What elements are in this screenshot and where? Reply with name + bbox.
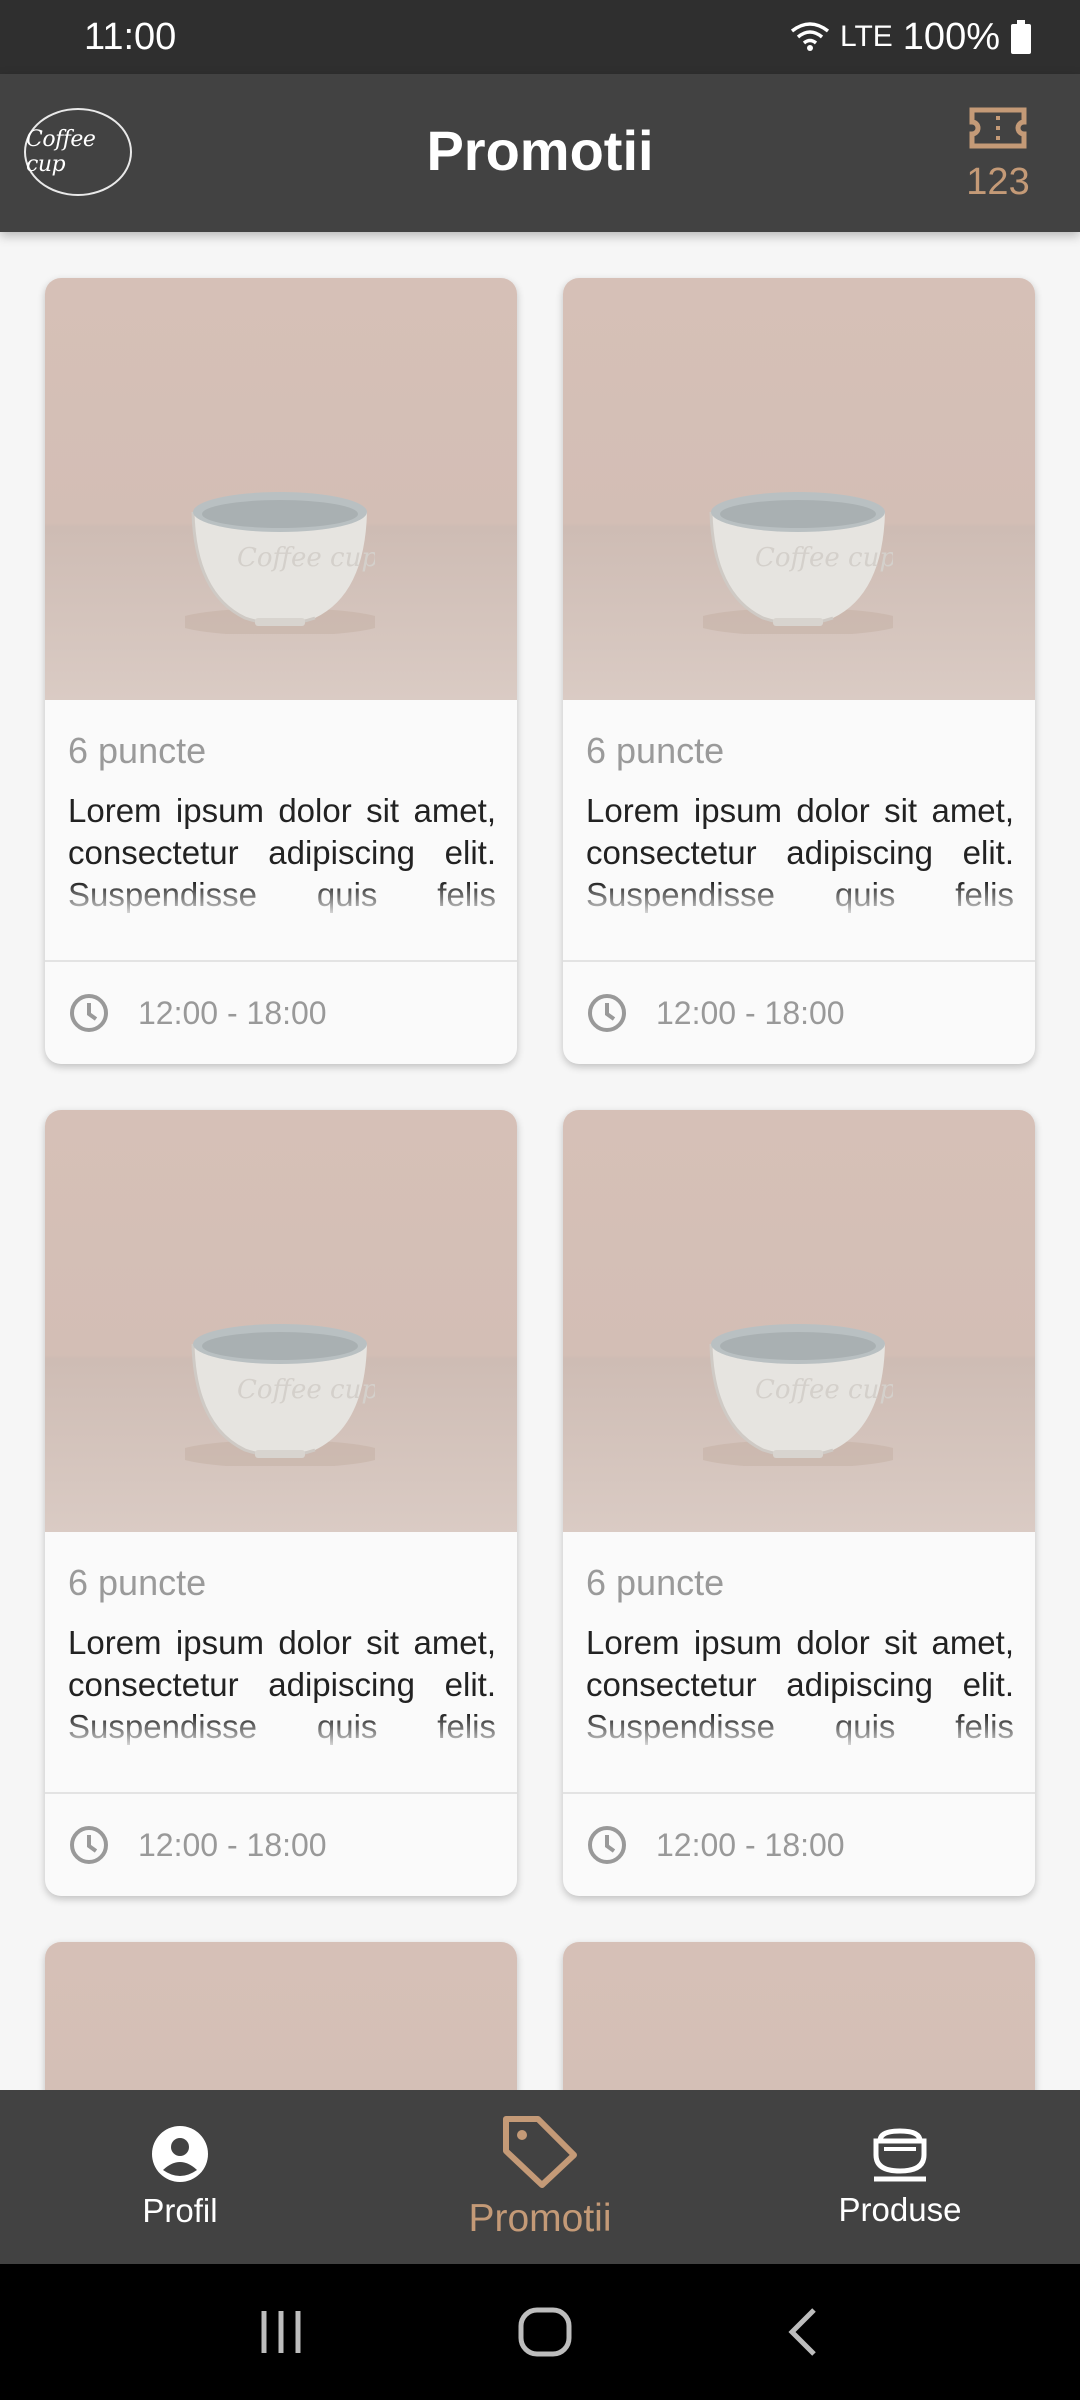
- promotion-image: [45, 1942, 517, 2090]
- promotion-image: Coffee cup: [563, 1110, 1035, 1532]
- coffee-cup-image: Coffee cup: [185, 492, 375, 634]
- coffee-cup-icon: [873, 2128, 927, 2182]
- promotions-grid: Coffee cup 6 puncte Lorem ipsum dolor si…: [45, 278, 1035, 2090]
- promotion-card-partial[interactable]: [563, 1942, 1035, 2090]
- promotion-points: 6 puncte: [586, 1562, 725, 1603]
- promotion-points: 6 puncte: [68, 1562, 207, 1603]
- promotion-time: 12:00 - 18:00: [138, 994, 327, 1031]
- battery-icon: [1011, 20, 1031, 54]
- clock-icon: [70, 994, 108, 1032]
- description-fade: [563, 882, 1035, 920]
- page-title: Promotii: [426, 119, 654, 182]
- profile-icon: [152, 2126, 208, 2182]
- promotion-time: 12:00 - 18:00: [138, 1826, 327, 1863]
- network-type: LTE: [840, 20, 893, 53]
- promotion-card[interactable]: Coffee cup 6 puncte Lorem ipsum dolor si…: [45, 278, 517, 1064]
- svg-text:Coffee cup: Coffee cup: [237, 543, 375, 573]
- promotion-points: 6 puncte: [586, 730, 725, 771]
- promotion-time: 12:00 - 18:00: [656, 1826, 845, 1863]
- app-header: Coffee cup Promotii 123: [0, 74, 1080, 232]
- svg-text:Coffee cup: Coffee cup: [237, 1375, 375, 1405]
- promotion-image: Coffee cup: [45, 1110, 517, 1532]
- ticket-icon: [969, 107, 1027, 149]
- promotion-schedule: 12:00 - 18:00: [68, 978, 327, 1048]
- divider: [45, 960, 517, 962]
- nav-item-promotii[interactable]: Promotii: [390, 2090, 690, 2264]
- coffee-cup-image: Coffee cup: [703, 1324, 893, 1466]
- promotion-card[interactable]: Coffee cup 6 puncte Lorem ipsum dolor si…: [563, 1110, 1035, 1896]
- wifi-icon: [790, 22, 830, 51]
- description-fade: [563, 1714, 1035, 1752]
- recent-apps-icon[interactable]: [256, 2309, 306, 2355]
- points-value: 123: [966, 161, 1030, 203]
- nav-item-produse[interactable]: Produse: [750, 2090, 1050, 2264]
- system-navigation-bar: [0, 2264, 1080, 2400]
- promotion-time: 12:00 - 18:00: [656, 994, 845, 1031]
- status-bar: 11:00 LTE 100%: [0, 0, 1080, 74]
- coffee-cup-image: Coffee cup: [185, 1324, 375, 1466]
- nav-label: Produse: [838, 2191, 962, 2228]
- divider: [45, 1792, 517, 1794]
- nav-label: Profil: [142, 2192, 218, 2229]
- home-icon[interactable]: [517, 2306, 573, 2358]
- promotion-card-partial[interactable]: [45, 1942, 517, 2090]
- svg-text:Coffee cup: Coffee cup: [755, 1375, 893, 1405]
- description-fade: [45, 1714, 517, 1752]
- promotion-image: Coffee cup: [45, 278, 517, 700]
- tag-icon: [503, 2116, 577, 2188]
- clock-icon: [588, 1826, 626, 1864]
- promotion-card[interactable]: Coffee cup 6 puncte Lorem ipsum dolor si…: [45, 1110, 517, 1896]
- svg-text:Coffee cup: Coffee cup: [755, 543, 893, 573]
- promotion-image: Coffee cup: [563, 278, 1035, 700]
- bottom-navigation: Profil Promotii Produse: [0, 2090, 1080, 2264]
- promotion-schedule: 12:00 - 18:00: [586, 978, 845, 1048]
- promotion-schedule: 12:00 - 18:00: [68, 1810, 327, 1880]
- nav-label: Promotii: [468, 2197, 612, 2240]
- promotion-card[interactable]: Coffee cup 6 puncte Lorem ipsum dolor si…: [563, 278, 1035, 1064]
- nav-item-profil[interactable]: Profil: [30, 2090, 330, 2264]
- clock-icon: [70, 1826, 108, 1864]
- description-fade: [45, 882, 517, 920]
- coffee-cup-image: Coffee cup: [703, 492, 893, 634]
- back-icon[interactable]: [784, 2306, 824, 2358]
- divider: [563, 960, 1035, 962]
- promotion-points: 6 puncte: [68, 730, 207, 771]
- divider: [563, 1792, 1035, 1794]
- status-indicators: LTE 100%: [790, 16, 1032, 59]
- promotion-schedule: 12:00 - 18:00: [586, 1810, 845, 1880]
- promotion-image: [563, 1942, 1035, 2090]
- battery-percent: 100%: [902, 15, 1000, 58]
- clock-icon: [588, 994, 626, 1032]
- status-time: 11:00: [84, 15, 177, 58]
- points-balance[interactable]: 123: [952, 104, 1044, 204]
- promotions-list[interactable]: Coffee cup 6 puncte Lorem ipsum dolor si…: [0, 232, 1080, 2090]
